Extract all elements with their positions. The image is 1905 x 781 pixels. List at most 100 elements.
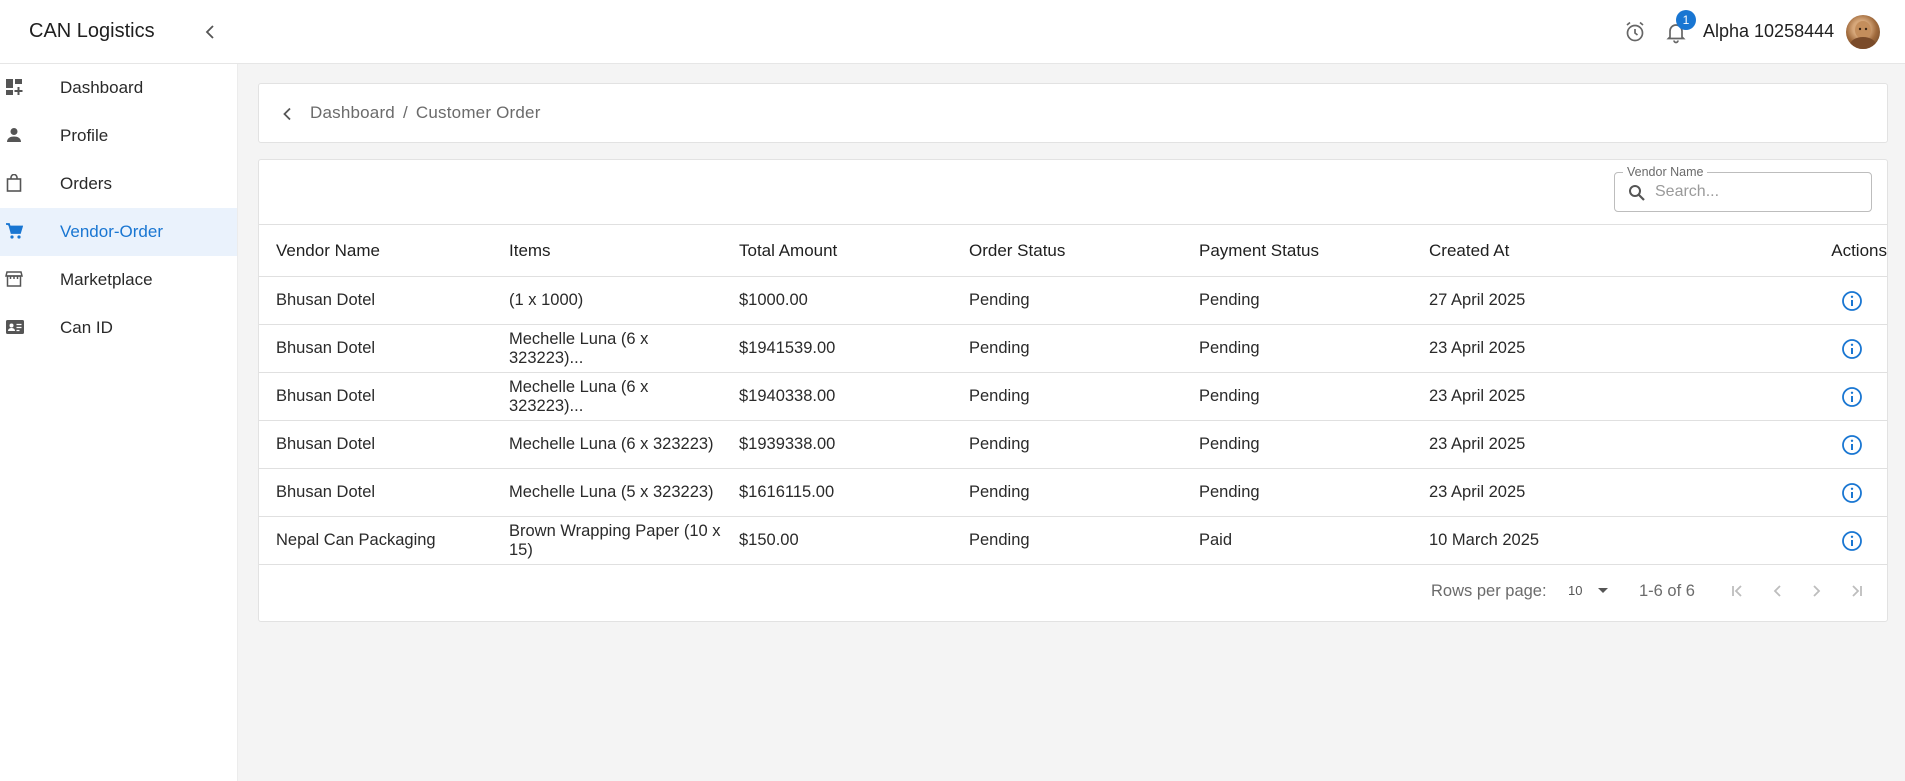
info-icon[interactable] bbox=[1841, 434, 1863, 456]
brand-title: CAN Logistics bbox=[29, 20, 155, 42]
cell-vendor: Bhusan Dotel bbox=[276, 339, 376, 357]
sidebar-item-orders[interactable]: Orders bbox=[0, 160, 237, 208]
collapse-sidebar-button[interactable] bbox=[198, 18, 222, 46]
first-page-icon[interactable] bbox=[1726, 580, 1748, 602]
sidebar-item-dashboard[interactable]: Dashboard bbox=[0, 64, 237, 112]
column-header[interactable]: Total Amount bbox=[739, 224, 969, 277]
info-icon[interactable] bbox=[1841, 338, 1863, 360]
cell-created-at: 23 April 2025 bbox=[1429, 435, 1526, 453]
cell-items: Mechelle Luna (6 x 323223)... bbox=[509, 377, 649, 415]
cell-vendor: Bhusan Dotel bbox=[276, 435, 376, 453]
cell-payment-status: Pending bbox=[1199, 387, 1260, 405]
column-header: Actions bbox=[1629, 224, 1887, 277]
search-icon bbox=[1628, 184, 1646, 202]
info-icon[interactable] bbox=[1841, 482, 1863, 504]
cell-payment-status: Paid bbox=[1199, 531, 1233, 549]
chevron-left-icon bbox=[283, 107, 291, 121]
table-row: Bhusan Dotel Mechelle Luna (5 x 323223) … bbox=[259, 468, 1887, 517]
notification-badge: 1 bbox=[1676, 10, 1696, 30]
alarm-clock-icon[interactable] bbox=[1623, 20, 1647, 44]
column-header-actions: Actions bbox=[1831, 240, 1887, 260]
cell-created-at: 23 April 2025 bbox=[1429, 339, 1526, 357]
search-field-label: Vendor Name bbox=[1623, 165, 1708, 179]
cell-total: $1616115.00 bbox=[739, 483, 835, 501]
cell-created-at: 27 April 2025 bbox=[1429, 291, 1526, 309]
sidebar-item-label: Vendor-Order bbox=[60, 222, 163, 241]
cell-order-status: Pending bbox=[969, 291, 1030, 309]
info-icon[interactable] bbox=[1841, 386, 1863, 408]
person-icon bbox=[5, 126, 25, 146]
cell-order-status: Pending bbox=[969, 387, 1030, 405]
sidebar-item-marketplace[interactable]: Marketplace bbox=[0, 256, 237, 304]
column-header[interactable]: Created At bbox=[1429, 224, 1629, 277]
cell-created-at: 23 April 2025 bbox=[1429, 483, 1526, 501]
cell-payment-status: Pending bbox=[1199, 483, 1260, 501]
breadcrumb-link-dashboard[interactable]: Dashboard bbox=[310, 103, 395, 122]
cell-total: $1939338.00 bbox=[739, 435, 836, 453]
rows-per-page-label: Rows per page: bbox=[1431, 582, 1547, 600]
last-page-icon[interactable] bbox=[1846, 580, 1868, 602]
sidebar-item-label: Can ID bbox=[60, 318, 113, 337]
sidebar-item-label: Marketplace bbox=[60, 270, 153, 289]
cell-items: (1 x 1000) bbox=[509, 291, 584, 309]
sidebar-item-vendor-order[interactable]: Vendor-Order bbox=[0, 208, 237, 256]
cell-payment-status: Pending bbox=[1199, 435, 1260, 453]
column-header[interactable]: Order Status bbox=[969, 224, 1199, 277]
caret-down-icon[interactable] bbox=[1598, 588, 1608, 593]
sidebar-item-label: Profile bbox=[60, 126, 109, 145]
cell-total: $1000.00 bbox=[739, 291, 808, 309]
user-name[interactable]: Alpha 10258444 bbox=[1703, 21, 1834, 42]
cell-items: Mechelle Luna (6 x 323223) bbox=[509, 435, 714, 453]
table-row: Nepal Can Packaging Brown Wrapping Paper… bbox=[259, 516, 1887, 565]
dashboard-icon bbox=[5, 78, 25, 98]
sidebar-item-can-id[interactable]: Can ID bbox=[0, 304, 237, 352]
cell-order-status: Pending bbox=[969, 435, 1030, 453]
store-icon bbox=[5, 270, 25, 290]
orders-table-card: Vendor Name Vendor Name Items Total Amou… bbox=[258, 159, 1888, 622]
rows-per-page-select[interactable]: 10 bbox=[1568, 583, 1582, 598]
search-input[interactable] bbox=[1655, 181, 1865, 203]
cell-payment-status: Pending bbox=[1199, 339, 1260, 357]
orders-table: Vendor Name Items Total Amount Order Sta… bbox=[259, 224, 1887, 565]
cell-items: Brown Wrapping Paper (10 x 15) bbox=[509, 521, 721, 559]
cell-items: Mechelle Luna (6 x 323223)... bbox=[509, 329, 649, 367]
info-icon[interactable] bbox=[1841, 290, 1863, 312]
pagination-range: 1-6 of 6 bbox=[1639, 582, 1695, 600]
table-pagination: Rows per page: 10 1-6 of 6 bbox=[259, 562, 1887, 618]
cell-order-status: Pending bbox=[969, 531, 1030, 549]
cell-items: Mechelle Luna (5 x 323223) bbox=[509, 483, 714, 501]
cell-created-at: 23 April 2025 bbox=[1429, 387, 1526, 405]
cell-total: $150.00 bbox=[739, 531, 799, 549]
table-row: Bhusan Dotel Mechelle Luna (6 x 323223) … bbox=[259, 420, 1887, 469]
notifications-button[interactable]: 1 bbox=[1664, 10, 1696, 44]
cell-vendor: Bhusan Dotel bbox=[276, 387, 376, 405]
cell-vendor: Bhusan Dotel bbox=[276, 291, 376, 309]
cell-order-status: Pending bbox=[969, 483, 1030, 501]
chevron-left-icon bbox=[205, 25, 214, 39]
cart-icon bbox=[5, 222, 25, 242]
column-header[interactable]: Items bbox=[509, 224, 739, 277]
shopping-bag-icon bbox=[5, 173, 25, 194]
sidebar-item-label: Dashboard bbox=[60, 78, 144, 97]
top-app-bar: CAN Logistics 1 Alpha 10258444 bbox=[0, 0, 1905, 64]
column-header[interactable]: Vendor Name bbox=[259, 224, 509, 277]
table-row: Bhusan Dotel Mechelle Luna (6 x 323223).… bbox=[259, 324, 1887, 373]
vendor-search-field[interactable]: Vendor Name bbox=[1614, 165, 1872, 212]
info-icon[interactable] bbox=[1841, 530, 1863, 552]
next-page-icon[interactable] bbox=[1806, 580, 1828, 602]
table-row: Bhusan Dotel (1 x 1000) $1000.00 Pending… bbox=[259, 276, 1887, 325]
breadcrumb-card: Dashboard / Customer Order bbox=[258, 83, 1888, 143]
breadcrumb: Dashboard / Customer Order bbox=[310, 103, 541, 123]
back-button[interactable] bbox=[275, 102, 299, 126]
table-header-row: Vendor Name Items Total Amount Order Sta… bbox=[259, 224, 1887, 277]
breadcrumb-current: Customer Order bbox=[415, 103, 541, 122]
table-row: Bhusan Dotel Mechelle Luna (6 x 323223).… bbox=[259, 372, 1887, 421]
cell-vendor: Bhusan Dotel bbox=[276, 483, 376, 501]
sidebar-item-profile[interactable]: Profile bbox=[0, 112, 237, 160]
previous-page-icon[interactable] bbox=[1766, 580, 1788, 602]
sidebar-item-label: Orders bbox=[60, 174, 112, 193]
breadcrumb-separator: / bbox=[402, 103, 408, 122]
sidebar: Dashboard Profile Orders Vendor-Order Ma… bbox=[0, 64, 238, 781]
column-header[interactable]: Payment Status bbox=[1199, 224, 1429, 277]
avatar[interactable] bbox=[1846, 15, 1880, 49]
